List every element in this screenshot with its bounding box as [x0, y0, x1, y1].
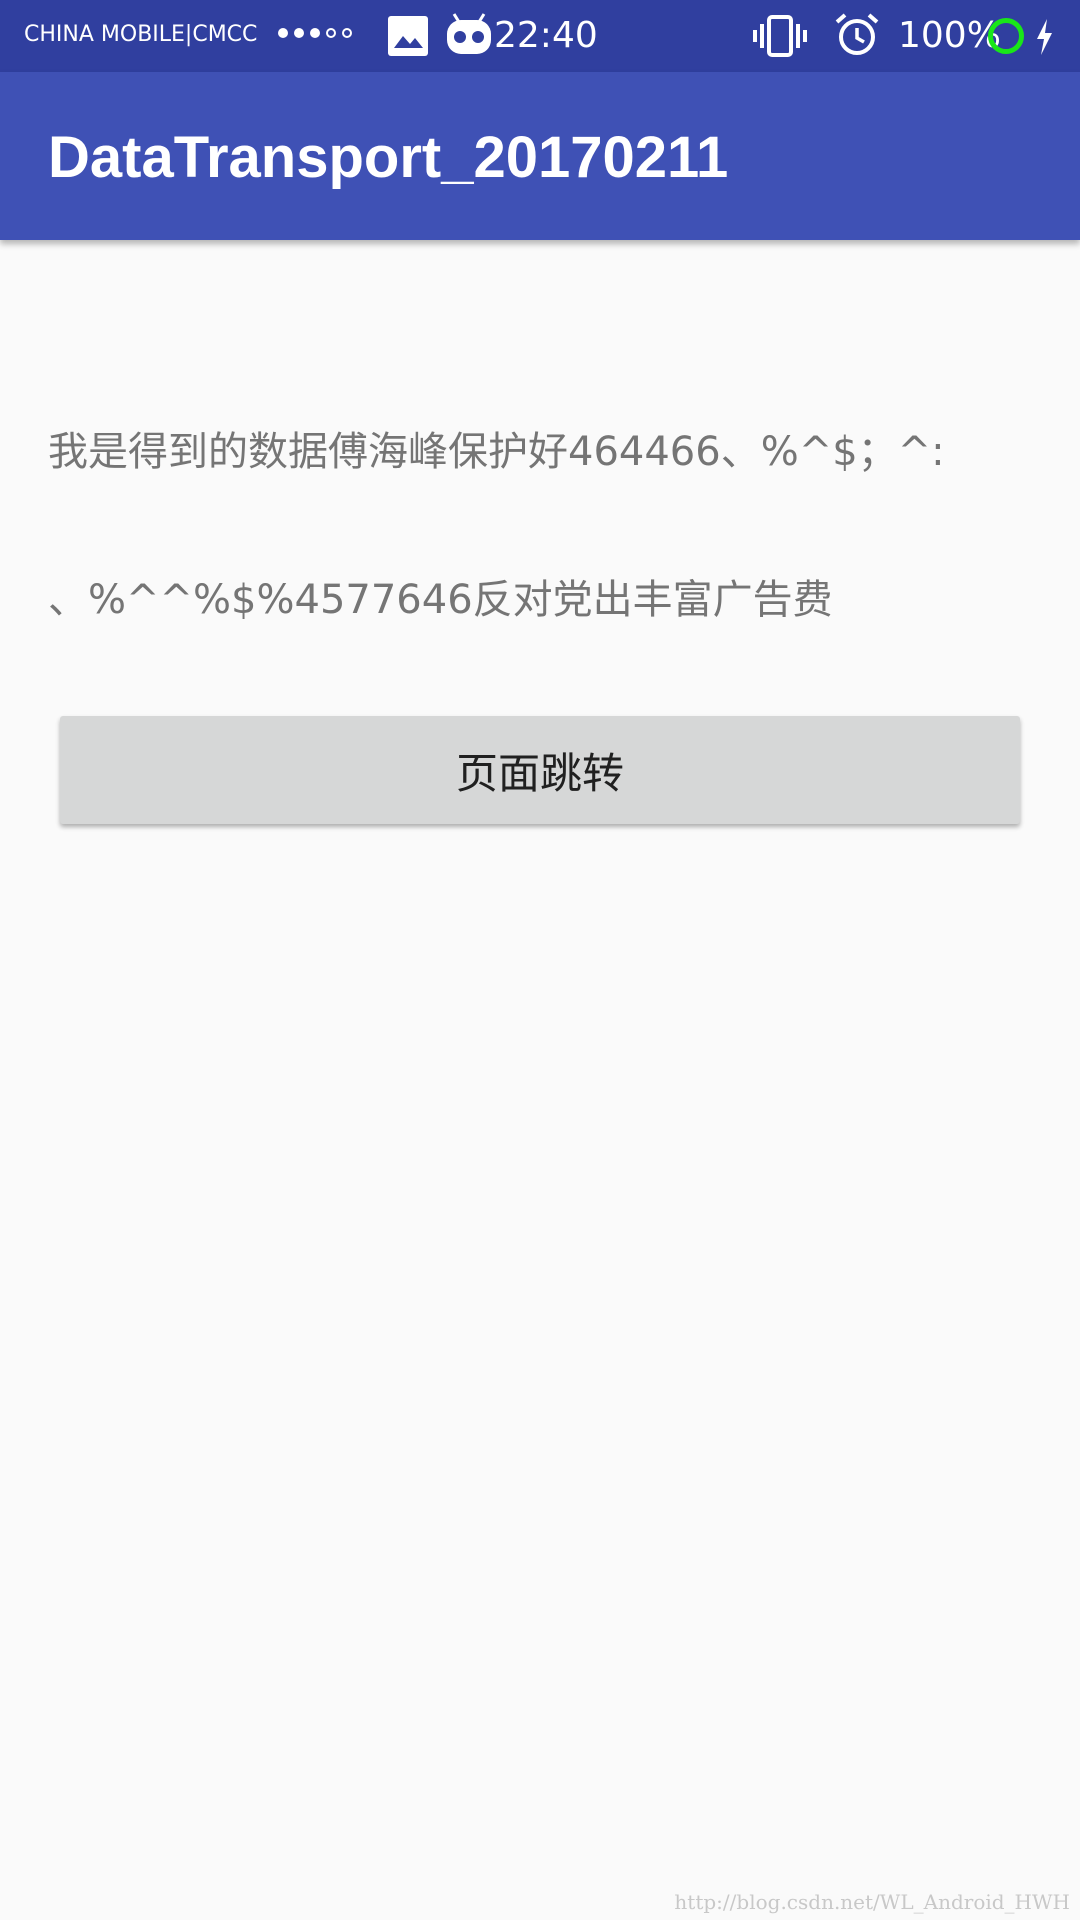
signal-dot: [326, 28, 336, 38]
signal-dot: [310, 28, 320, 38]
charging-icon: [1034, 18, 1054, 60]
received-data-text-line-1: 我是得到的数据傅海峰保护好464466、%^$；^:: [48, 429, 945, 475]
carrier-label: CHINA MOBILE|CMCC: [24, 22, 258, 47]
app-title: DataTransport_20170211: [48, 125, 729, 190]
battery-ring-icon: [988, 18, 1024, 54]
app-bar: DataTransport_20170211: [0, 72, 1080, 240]
vibrate-icon: [752, 14, 808, 62]
clock: 22:40: [494, 15, 598, 56]
gallery-icon: [386, 14, 430, 62]
signal-strength-icon: [278, 28, 352, 38]
signal-dot: [294, 28, 304, 38]
status-bar: CHINA MOBILE|CMCC 22:40 100%: [0, 0, 1080, 72]
received-data-text-line-2: 、%^^%$%4577646反对党出丰富广告费: [48, 577, 833, 623]
battery-percentage: 100%: [898, 15, 1001, 56]
signal-dot: [278, 28, 288, 38]
alarm-icon: [834, 12, 880, 62]
page-jump-button[interactable]: 页面跳转: [60, 716, 1020, 824]
signal-dot: [342, 28, 352, 38]
watermark: http://blog.csdn.net/WL_Android_HWH: [674, 1890, 1070, 1914]
robot-icon: [444, 12, 494, 62]
